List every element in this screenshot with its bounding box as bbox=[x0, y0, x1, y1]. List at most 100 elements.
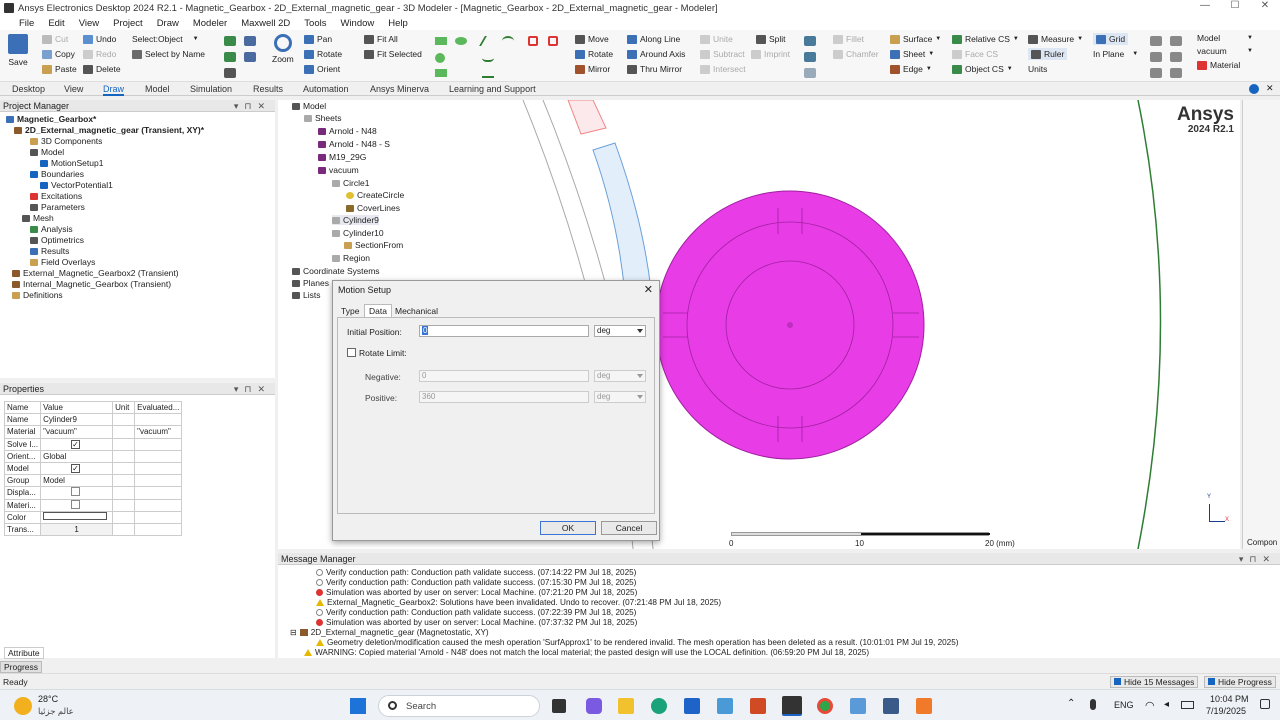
tab-view[interactable]: View bbox=[64, 84, 83, 94]
microphone-icon[interactable] bbox=[1090, 699, 1096, 710]
table-row[interactable]: Model ✓ bbox=[3, 461, 183, 476]
tree-item[interactable]: SectionFrom bbox=[344, 240, 403, 250]
progress-tab[interactable]: Progress bbox=[0, 661, 43, 673]
negative-input[interactable]: 0 bbox=[419, 370, 589, 382]
checkbox-unchecked[interactable] bbox=[71, 500, 81, 509]
tab-type[interactable]: Type bbox=[341, 306, 359, 316]
edge-icon[interactable] bbox=[651, 698, 667, 714]
measure-dropdown[interactable]: Measure ▼ bbox=[1028, 34, 1083, 44]
layout-icon[interactable] bbox=[1170, 52, 1182, 62]
tree-item[interactable]: Arnold - N48 - S bbox=[318, 139, 390, 149]
close-panel-icon[interactable]: ✕ bbox=[1266, 83, 1274, 94]
calculator-icon[interactable] bbox=[883, 698, 899, 714]
snipping-tool-icon[interactable] bbox=[850, 698, 866, 714]
tab-results[interactable]: Results bbox=[253, 84, 283, 94]
tab-simulation[interactable]: Simulation bbox=[190, 84, 232, 94]
table-row[interactable]: Orient... Global bbox=[3, 449, 183, 463]
ellipse-icon[interactable] bbox=[455, 37, 467, 45]
material-button[interactable]: Material bbox=[1197, 60, 1240, 70]
tree-item[interactable]: MotionSetup1 bbox=[40, 158, 103, 168]
battery-icon[interactable] bbox=[1181, 701, 1194, 709]
initial-position-input[interactable]: 0 bbox=[419, 325, 589, 337]
point-icon[interactable] bbox=[528, 36, 538, 46]
ok-button[interactable]: OK bbox=[540, 521, 596, 535]
rotate-limit-checkbox[interactable] bbox=[347, 348, 356, 357]
tree-item[interactable]: Internal_Magnetic_Gearbox (Transient) bbox=[12, 279, 171, 289]
attribute-tab[interactable]: Attribute bbox=[4, 647, 44, 659]
layout-icon[interactable] bbox=[1150, 52, 1162, 62]
layout-icon[interactable] bbox=[1150, 36, 1162, 46]
tree-item[interactable]: Parameters bbox=[30, 202, 85, 212]
in-plane-dropdown[interactable]: In Plane ▼ bbox=[1093, 49, 1138, 59]
table-row[interactable]: Name Cylinder9 bbox=[3, 413, 183, 427]
tab-data[interactable]: Data bbox=[364, 304, 392, 317]
menu-edit[interactable]: Edit bbox=[48, 18, 64, 29]
cancel-button[interactable]: Cancel bbox=[601, 521, 657, 535]
positive-unit-select[interactable]: deg bbox=[594, 391, 646, 403]
tab-mechanical[interactable]: Mechanical bbox=[395, 306, 438, 316]
chrome-icon[interactable] bbox=[817, 698, 833, 714]
plane-icon[interactable] bbox=[548, 36, 558, 46]
draw-tools-icon[interactable] bbox=[224, 36, 236, 46]
message-row[interactable]: Verify conduction path: Conduction path … bbox=[316, 578, 636, 587]
tree-item[interactable]: Lists bbox=[292, 290, 320, 300]
tree-item[interactable]: Analysis bbox=[30, 224, 73, 234]
message-row[interactable]: Verify conduction path: Conduction path … bbox=[316, 568, 636, 577]
ansys-edt-icon[interactable] bbox=[782, 696, 802, 716]
tree-item[interactable]: CreateCircle bbox=[346, 190, 404, 200]
wifi-icon[interactable]: ◠ bbox=[1145, 699, 1155, 712]
move-button[interactable]: Move bbox=[575, 34, 609, 44]
table-row[interactable]: Color bbox=[3, 510, 183, 524]
chamfer-button[interactable]: Chamfer bbox=[833, 49, 879, 59]
menu-maxwell2d[interactable]: Maxwell 2D bbox=[241, 18, 290, 29]
powerpoint-icon[interactable] bbox=[750, 698, 766, 714]
model-dropdown[interactable]: Model ▼ bbox=[1197, 33, 1253, 43]
unite-button[interactable]: Unite bbox=[700, 34, 733, 44]
table-row[interactable]: Group Model bbox=[3, 474, 183, 488]
clock-date[interactable]: 7/19/2025 bbox=[1206, 706, 1246, 716]
tab-ansys-minerva[interactable]: Ansys Minerva bbox=[370, 84, 429, 94]
tree-item[interactable]: Optimetrics bbox=[30, 235, 84, 245]
tree-item[interactable]: Sheets bbox=[304, 113, 341, 123]
message-row[interactable]: Simulation was aborted by user on server… bbox=[316, 618, 637, 627]
draw-tools-icon[interactable] bbox=[244, 36, 256, 46]
file-explorer-icon[interactable] bbox=[618, 698, 634, 714]
tree-item[interactable]: 3D Components bbox=[30, 136, 102, 146]
tree-item[interactable]: M19_29G bbox=[318, 152, 366, 162]
draw-tools-icon[interactable] bbox=[224, 68, 236, 78]
task-view-icon[interactable] bbox=[552, 699, 566, 713]
grid-button[interactable]: Grid bbox=[1093, 33, 1129, 45]
message-row[interactable]: Geometry deletion/modification caused th… bbox=[316, 638, 959, 647]
tab-automation[interactable]: Automation bbox=[303, 84, 349, 94]
tree-item[interactable]: Definitions bbox=[12, 290, 63, 300]
chevron-up-icon[interactable]: ⌃ bbox=[1067, 698, 1075, 709]
table-row[interactable]: Materi... bbox=[3, 498, 183, 512]
minimize-button[interactable]: — bbox=[1190, 0, 1220, 11]
view-tools-icon[interactable] bbox=[804, 52, 816, 62]
tree-item[interactable]: Model bbox=[292, 101, 326, 111]
equation-curve-icon[interactable] bbox=[482, 68, 494, 78]
sheet-dropdown[interactable]: Sheet ▼ bbox=[890, 49, 934, 59]
vacuum-dropdown[interactable]: vacuum ▼ bbox=[1197, 46, 1253, 56]
select-object-dropdown[interactable]: Select:Object ▼ bbox=[132, 34, 212, 44]
message-row[interactable]: Simulation was aborted by user on server… bbox=[316, 588, 637, 597]
table-row[interactable]: Trans... 1 bbox=[3, 522, 183, 537]
tree-item[interactable]: Magnetic_Gearbox* bbox=[6, 114, 96, 124]
tree-item[interactable]: Planes bbox=[292, 278, 329, 288]
volume-icon[interactable]: ◂ bbox=[1164, 699, 1169, 710]
tree-item[interactable]: 2D_External_magnetic_gear (Transient, XY… bbox=[14, 125, 204, 135]
positive-input[interactable]: 360 bbox=[419, 391, 589, 403]
circle-icon[interactable] bbox=[435, 53, 445, 63]
hide-messages-button[interactable]: Hide 15 Messages bbox=[1110, 676, 1199, 688]
app-icon[interactable] bbox=[916, 698, 932, 714]
layout-icon[interactable] bbox=[1170, 68, 1182, 78]
menu-draw[interactable]: Draw bbox=[157, 18, 179, 29]
around-axis-button[interactable]: Around Axis bbox=[627, 49, 685, 59]
tree-item[interactable]: Results bbox=[30, 246, 69, 256]
table-row[interactable]: Solve I... ✓ bbox=[3, 437, 183, 451]
store-icon[interactable] bbox=[684, 698, 700, 714]
zoom-button[interactable]: Zoom bbox=[272, 34, 294, 64]
tree-item[interactable]: Boundaries bbox=[30, 169, 84, 179]
message-group[interactable]: ⊟ 2D_External_magnetic_gear (Magnetostati… bbox=[290, 628, 489, 637]
tab-learning-support[interactable]: Learning and Support bbox=[449, 84, 536, 94]
